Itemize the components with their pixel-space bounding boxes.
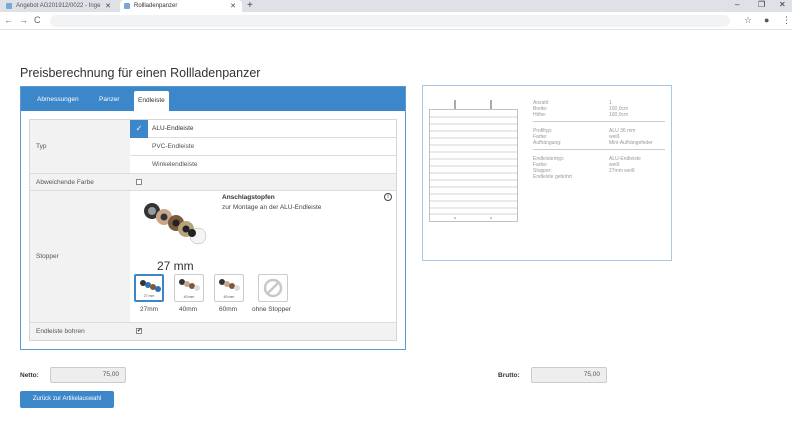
endleiste-form: Typ ✓ ALU-Endleiste PVC-Endleiste Winkel…	[29, 119, 397, 341]
preview-key: Höhe:	[533, 112, 547, 118]
option-label: ALU-Endleiste	[152, 125, 194, 132]
page-favicon-icon	[6, 3, 12, 9]
check-placeholder	[130, 156, 148, 174]
browser-toolbar: ← → C ☆ ● ⋮	[0, 12, 792, 30]
brutto-field: 75,00	[531, 367, 607, 383]
farbe-label: Abweichende Farbe	[30, 174, 130, 191]
stopper-image	[144, 203, 207, 245]
tab-title: Rollladenpanzer	[134, 3, 178, 9]
check-icon: ✓	[130, 119, 148, 138]
tab-endleiste[interactable]: Endleiste	[134, 91, 169, 111]
minimize-button[interactable]: –	[735, 0, 739, 9]
stopper-option-none[interactable]	[258, 274, 288, 302]
bohren-checkbox[interactable]: ✔	[136, 328, 142, 334]
preview-key: Aufhängung:	[533, 140, 562, 146]
farbe-checkbox[interactable]	[136, 179, 142, 185]
preview-panel: Anzahl: 1 Breite: 100,0cm Höhe: 100,0cm …	[422, 85, 672, 261]
tab-abmessungen[interactable]: Abmessungen	[37, 87, 79, 111]
tab-panzer[interactable]: Panzer	[99, 87, 120, 111]
typ-option-pvc[interactable]: PVC-Endleiste	[130, 138, 396, 156]
bohren-label: Endleiste bohren	[30, 323, 130, 340]
option-label: PVC-Endleiste	[152, 143, 195, 150]
stopper-option-40mm[interactable]: 40 mm	[174, 274, 204, 302]
stopper-27-icon	[140, 280, 161, 292]
thumb-mm: 27 mm	[143, 294, 155, 298]
farbe-value	[130, 174, 396, 191]
typ-label: Typ	[30, 120, 130, 174]
menu-dots-icon[interactable]: ⋮	[782, 15, 791, 26]
netto-field: 75,00	[50, 367, 126, 383]
close-tab-icon[interactable]: ✕	[230, 2, 236, 10]
netto-label: Netto:	[20, 372, 39, 379]
restore-button[interactable]: ❐	[758, 0, 765, 9]
page-favicon-icon	[124, 3, 130, 9]
option-label: Winkelendleiste	[152, 161, 198, 168]
forward-arrow-icon[interactable]: →	[19, 15, 28, 25]
farbe-label-text: Abweichende Farbe	[36, 178, 94, 186]
stopper-label-60: 60mm	[219, 306, 238, 313]
new-tab-button[interactable]: +	[247, 0, 253, 11]
stopper-label-none: ohne Stopper	[252, 306, 292, 313]
bohren-label-text: Endleiste bohren	[36, 328, 85, 335]
preview-key: Endleiste gebohrt	[533, 174, 572, 180]
brutto-label: Brutto:	[498, 372, 520, 379]
typ-option-alu[interactable]: ✓ ALU-Endleiste	[130, 119, 396, 138]
shutter-drawing	[429, 100, 518, 222]
stopper-40-icon	[179, 279, 200, 291]
stopper-option-27mm[interactable]: 27 mm	[134, 274, 164, 302]
preview-value: Mini-Aufhängefeder	[609, 140, 653, 146]
stopper-title: Anschlagstopfen	[222, 194, 275, 201]
stopper-option-60mm[interactable]: 60 mm	[214, 274, 244, 302]
typ-option-winkel[interactable]: Winkelendleiste	[130, 156, 396, 174]
close-tab-icon[interactable]: ✕	[105, 2, 111, 10]
stopper-60-icon	[219, 279, 240, 291]
bookmark-star-icon[interactable]: ☆	[744, 15, 752, 26]
preview-value: 27mm weiß	[609, 168, 635, 174]
browser-tabbar: Angebot AG201912/0022 - Inge ✕ Rollladen…	[0, 0, 792, 12]
stopper-label-40: 40mm	[179, 306, 198, 313]
back-to-articles-button[interactable]: Zurück zur Artikelauswahl	[20, 391, 114, 408]
preview-divider	[533, 121, 665, 122]
back-arrow-icon[interactable]: ←	[4, 15, 13, 25]
info-icon[interactable]: i	[384, 193, 392, 201]
tab-title: Angebot AG201912/0022 - Inge	[16, 3, 101, 9]
preview-divider	[533, 149, 665, 150]
thumb-mm: 40 mm	[183, 295, 195, 299]
stopper-label-text: Stopper	[36, 253, 59, 260]
profile-icon[interactable]: ●	[764, 15, 769, 25]
stopper-description: zur Montage an der ALU-Endleiste	[222, 204, 322, 211]
check-placeholder	[130, 138, 148, 156]
browser-tab-rollladenpanzer[interactable]: Rollladenpanzer ✕	[120, 0, 242, 12]
typ-label-text: Typ	[36, 143, 47, 150]
preview-value: 100,0cm	[609, 112, 629, 118]
page-title: Preisberechnung für einen Rollladenpanze…	[20, 66, 261, 80]
bohren-value: ✔	[130, 323, 396, 340]
no-stopper-icon	[263, 278, 283, 298]
close-window-button[interactable]: ✕	[779, 0, 786, 9]
reload-icon[interactable]: C	[34, 15, 41, 25]
stopper-value: Anschlagstopfen zur Montage an der ALU-E…	[130, 191, 396, 323]
stopper-size: 27 mm	[157, 259, 194, 273]
stopper-label-27: 27mm	[140, 306, 159, 313]
thumb-mm: 60 mm	[223, 295, 235, 299]
browser-tab-angebot[interactable]: Angebot AG201912/0022 - Inge ✕	[2, 0, 117, 12]
config-panel: Abmessungen Panzer Endleiste Typ ✓ ALU-E…	[20, 86, 406, 350]
address-bar[interactable]	[50, 15, 730, 27]
tab-bar: Abmessungen Panzer Endleiste	[21, 87, 405, 111]
stopper-label: Stopper	[30, 191, 130, 323]
